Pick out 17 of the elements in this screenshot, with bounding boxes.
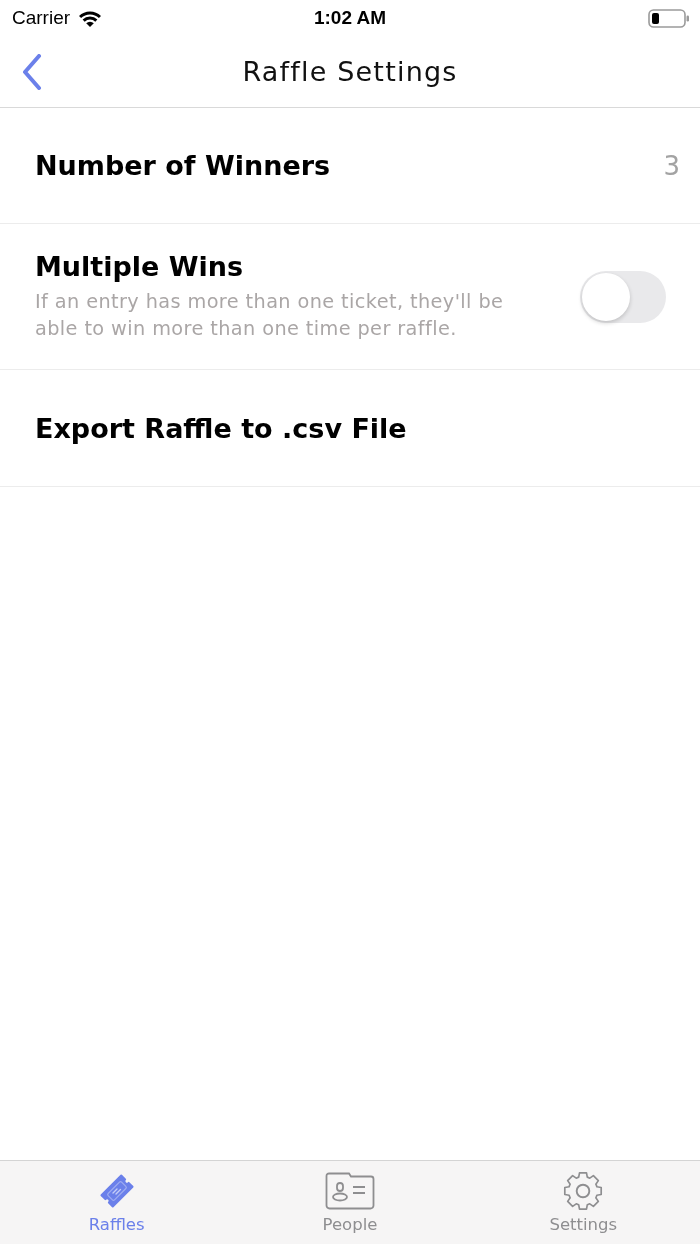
tab-bar-item[interactable]: Settings <box>466 1161 700 1244</box>
setting-title: Number of Winners <box>35 150 332 181</box>
setting-value: 3 <box>663 150 680 181</box>
export-action[interactable]: Export Raffle to .csv File <box>35 412 666 444</box>
tab-bar-item[interactable]: Raffles <box>0 1161 234 1244</box>
settings-icon <box>563 1171 604 1211</box>
carrier-label: Carrier <box>12 7 71 29</box>
clock-time: 1:02 AM <box>313 7 387 28</box>
battery-icon <box>648 8 690 28</box>
tab-bar-item[interactable]: People <box>233 1161 467 1244</box>
screen-title: Raffle Settings <box>242 56 458 87</box>
wifi-icon <box>78 9 103 27</box>
toggle-switch[interactable] <box>580 270 666 323</box>
chevron-left-icon <box>22 53 42 90</box>
setting-description: If an entry has more than one ticket, they'll be able to win more than one time per raffle. <box>35 289 505 342</box>
setting-title: Multiple Wins <box>35 251 245 282</box>
id-card-icon <box>325 1172 375 1210</box>
